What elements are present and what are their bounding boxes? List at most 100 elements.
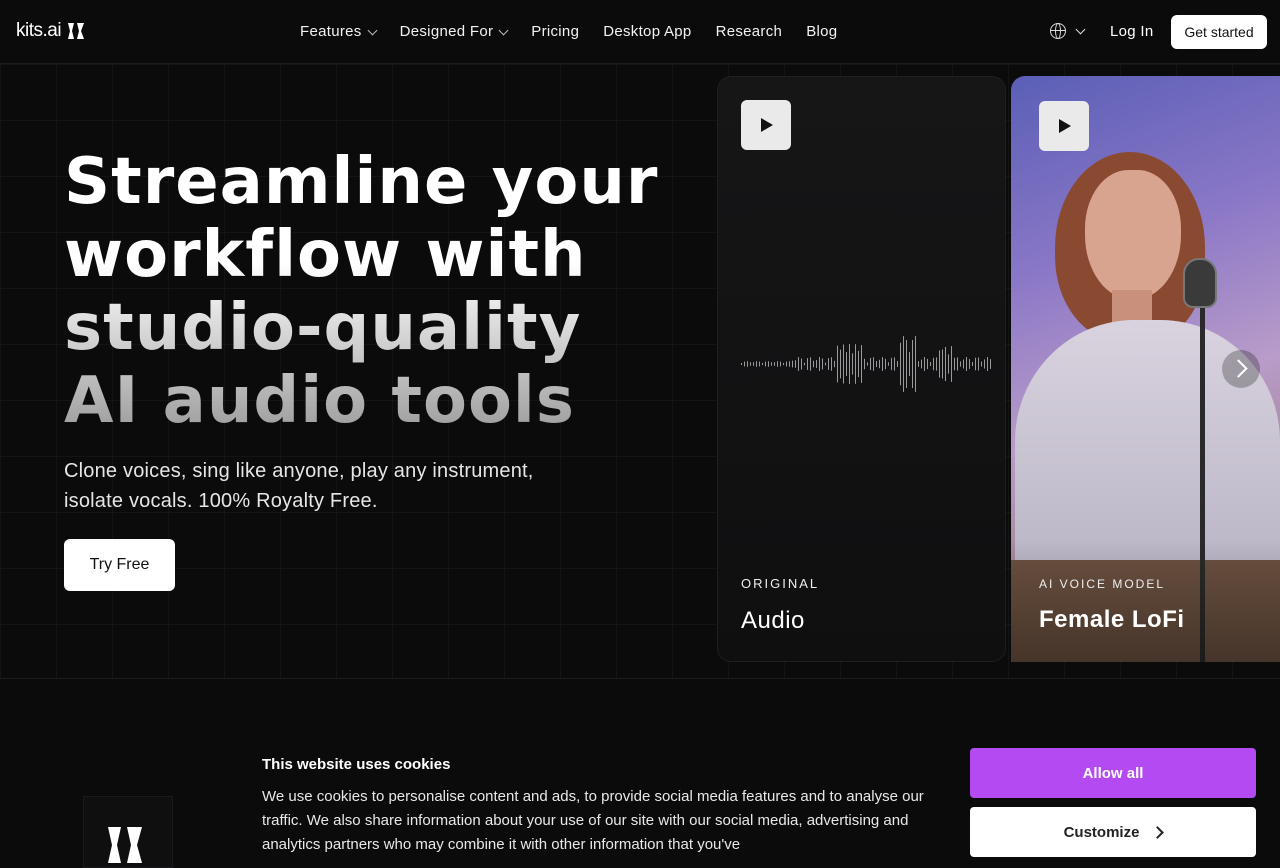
- waveform-bar: [906, 340, 907, 388]
- waveform-bar: [825, 362, 826, 366]
- cookie-title: This website uses cookies: [262, 756, 451, 773]
- nav-item-label: Designed For: [399, 23, 494, 40]
- login-link[interactable]: Log In: [1110, 23, 1154, 40]
- waveform-bar: [852, 353, 853, 375]
- waveform-bar: [777, 361, 778, 367]
- waveform-bar: [819, 357, 820, 371]
- waveform-bar: [966, 357, 967, 371]
- waveform-bar: [747, 361, 748, 367]
- microphone-icon: [1183, 258, 1217, 308]
- waveform-bar: [921, 359, 922, 369]
- waveform-bar: [756, 361, 757, 367]
- carousel-next-button[interactable]: [1222, 350, 1260, 388]
- waveform-bar: [822, 358, 823, 370]
- language-selector[interactable]: [1050, 23, 1086, 39]
- waveform-bar: [990, 359, 991, 369]
- waveform-bar: [876, 360, 877, 368]
- waveform-bar: [933, 357, 934, 371]
- waveform-bar: [984, 359, 985, 369]
- waveform-bar: [801, 358, 802, 370]
- waveform-bar: [858, 350, 859, 378]
- waveform-bar: [741, 363, 742, 365]
- nav-item-designed-for[interactable]: Designed For: [399, 23, 509, 40]
- waveform-bar: [924, 357, 925, 371]
- play-button[interactable]: [741, 100, 791, 150]
- waveform-bar: [945, 346, 946, 382]
- waveform-bar: [864, 358, 865, 370]
- nav-item-features[interactable]: Features: [300, 23, 378, 40]
- waveform-bar: [789, 361, 790, 367]
- waveform-bar: [930, 362, 931, 366]
- waveform-bar: [957, 357, 958, 371]
- footer-logo-box: [83, 796, 173, 868]
- hero-subtitle: Clone voices, sing like anyone, play any…: [64, 460, 534, 512]
- waveform-bar: [759, 361, 760, 367]
- waveform-bar: [915, 336, 916, 392]
- waveform-bar: [780, 361, 781, 367]
- waveform-bar: [882, 357, 883, 371]
- waveform-bar: [786, 361, 787, 367]
- waveform-bar: [981, 361, 982, 367]
- brand-logo[interactable]: kits.ai: [16, 20, 85, 42]
- waveform-bar: [960, 361, 961, 367]
- nav-item-label: Features: [300, 23, 362, 40]
- brand-name: kits.ai: [16, 20, 62, 41]
- singer-face: [1085, 170, 1181, 300]
- original-audio-card: ORIGINAL Audio: [717, 76, 1006, 662]
- waveform-bar: [987, 357, 988, 371]
- waveform-bar: [942, 349, 943, 379]
- waveform-bar: [855, 344, 856, 384]
- waveform-bar: [753, 362, 754, 366]
- waveform-bar: [939, 350, 940, 378]
- nav-item-pricing[interactable]: Pricing: [531, 23, 579, 40]
- waveform-bar: [972, 361, 973, 367]
- waveform-bar: [834, 360, 835, 368]
- waveform-bar: [804, 362, 805, 366]
- waveform-bar: [873, 357, 874, 371]
- waveform-bar: [831, 357, 832, 371]
- nav-item-research[interactable]: Research: [716, 23, 783, 40]
- waveform-bar: [891, 357, 892, 371]
- nav-links: Features Designed For Pricing Desktop Ap…: [300, 23, 837, 40]
- waveform-bar: [978, 357, 979, 371]
- waveform-bar: [837, 345, 838, 383]
- waveform-bar: [975, 357, 976, 371]
- waveform-bar: [846, 352, 847, 376]
- waveform-bar: [927, 358, 928, 370]
- waveform-bar: [879, 359, 880, 369]
- waveform-bar: [948, 354, 949, 374]
- card-name: Female LoFi: [1039, 606, 1185, 633]
- waveform-bar: [810, 357, 811, 371]
- waveform-bar: [936, 357, 937, 371]
- chevron-down-icon: [498, 25, 509, 35]
- waveform-bar: [771, 362, 772, 366]
- try-free-button[interactable]: Try Free: [64, 539, 175, 591]
- waveform-bar: [816, 360, 817, 368]
- get-started-button[interactable]: Get started: [1171, 15, 1267, 49]
- waveform-bar: [840, 349, 841, 379]
- waveform-bar: [903, 336, 904, 392]
- nav-item-blog[interactable]: Blog: [806, 23, 837, 40]
- waveform-bar: [909, 351, 910, 377]
- customize-button[interactable]: Customize: [970, 807, 1256, 857]
- waveform-bar: [951, 346, 952, 382]
- waveform-bar: [792, 360, 793, 368]
- nav-item-label: Desktop App: [603, 23, 692, 40]
- top-nav: kits.ai Features Designed For Pricing De…: [0, 0, 1280, 64]
- customize-label: Customize: [1063, 823, 1140, 841]
- kits-logo-icon: [68, 23, 85, 39]
- waveform-bar: [888, 362, 889, 366]
- waveform-bar: [774, 362, 775, 366]
- card-kicker: AI VOICE MODEL: [1039, 577, 1166, 591]
- waveform-bar: [768, 361, 769, 367]
- chevron-down-icon: [367, 25, 378, 35]
- waveform-bar: [900, 342, 901, 386]
- nav-item-desktop-app[interactable]: Desktop App: [603, 23, 691, 40]
- waveform-bar: [807, 358, 808, 370]
- play-button[interactable]: [1039, 101, 1089, 151]
- card-name: Audio: [741, 607, 805, 634]
- hero-title: Streamline your workflow with studio-qua…: [64, 146, 664, 438]
- globe-icon: [1050, 23, 1066, 39]
- waveform-bar: [765, 361, 766, 367]
- allow-all-button[interactable]: Allow all: [970, 748, 1256, 798]
